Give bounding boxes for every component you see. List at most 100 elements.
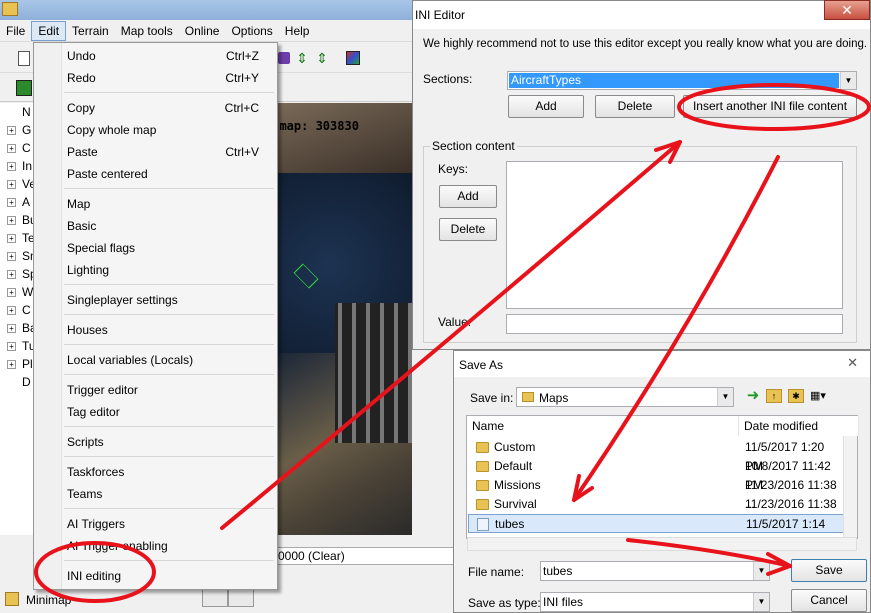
- raise-ground-icon[interactable]: [278, 52, 290, 64]
- expand-icon[interactable]: +: [7, 144, 16, 153]
- menu-item-lighting[interactable]: Lighting: [67, 260, 259, 280]
- menu-options[interactable]: Options: [225, 22, 278, 40]
- expand-icon[interactable]: +: [7, 198, 16, 207]
- close-icon[interactable]: ✕: [847, 355, 858, 371]
- menu-item-tag-editor[interactable]: Tag editor: [67, 402, 259, 422]
- tree-item[interactable]: + C: [0, 139, 33, 157]
- terrain-tool-icon[interactable]: [16, 80, 32, 96]
- tree-item[interactable]: +Bu: [0, 211, 33, 229]
- menu-item-taskforces[interactable]: Taskforces: [67, 462, 259, 482]
- menu-item-teams[interactable]: Teams: [67, 484, 259, 504]
- view-menu-icon[interactable]: ▦▾: [810, 389, 834, 403]
- save-as-type-select[interactable]: INI files ▼: [540, 592, 770, 612]
- tree-item[interactable]: + C: [0, 301, 33, 319]
- menu-edit[interactable]: Edit: [31, 20, 67, 41]
- menu-item-basic[interactable]: Basic: [67, 216, 259, 236]
- map-view[interactable]: n map: 303830: [275, 103, 412, 535]
- menu-item-trigger-editor[interactable]: Trigger editor: [67, 380, 259, 400]
- tree-item[interactable]: D: [0, 373, 33, 391]
- expand-icon[interactable]: +: [7, 162, 16, 171]
- save-in-combobox[interactable]: Maps ▼: [516, 387, 734, 407]
- section-delete-button[interactable]: Delete: [595, 95, 675, 118]
- file-name-input[interactable]: tubes ▼: [540, 561, 770, 581]
- key-add-button[interactable]: Add: [439, 185, 497, 208]
- tree-item[interactable]: + Te: [0, 229, 33, 247]
- menu-item-copy[interactable]: Copy Ctrl+C: [67, 98, 259, 118]
- insert-ini-content-button[interactable]: Insert another INI file content: [683, 95, 857, 118]
- value-input[interactable]: [506, 314, 843, 334]
- chevron-down-icon[interactable]: ▼: [840, 72, 856, 89]
- key-delete-button[interactable]: Delete: [439, 218, 497, 241]
- menu-item-map[interactable]: Map: [67, 194, 259, 214]
- tree-item[interactable]: + Pl: [0, 355, 33, 373]
- menu-item-special-flags[interactable]: Special flags: [67, 238, 259, 258]
- menu-item-ai-triggers[interactable]: AI Triggers: [67, 514, 259, 534]
- new-folder-icon[interactable]: ✱: [788, 389, 804, 403]
- tree-item[interactable]: +Ba: [0, 319, 33, 337]
- menu-item-singleplayer-settings[interactable]: Singleplayer settings: [67, 290, 259, 310]
- expand-icon[interactable]: +: [7, 324, 16, 333]
- tree-item[interactable]: + G: [0, 121, 33, 139]
- horizontal-scrollbar[interactable]: [467, 537, 857, 551]
- tree-item[interactable]: +Tu: [0, 337, 33, 355]
- expand-icon[interactable]: +: [7, 342, 16, 351]
- list-item[interactable]: Custom 11/5/2017 1:20 PM: [468, 438, 844, 473]
- sections-combobox[interactable]: AircraftTypes ▼: [507, 71, 857, 90]
- menu-item-scripts[interactable]: Scripts: [67, 432, 259, 452]
- cancel-button[interactable]: Cancel: [791, 589, 867, 612]
- expand-icon[interactable]: +: [7, 360, 16, 369]
- chevron-down-icon[interactable]: ▼: [717, 388, 733, 406]
- menu-help[interactable]: Help: [279, 22, 316, 40]
- menu-file[interactable]: File: [0, 22, 31, 40]
- arrows-up-down-icon[interactable]: ⇕: [296, 51, 308, 66]
- menu-map-tools[interactable]: Map tools: [115, 22, 179, 40]
- chevron-down-icon[interactable]: ▼: [753, 562, 769, 580]
- new-file-icon[interactable]: [18, 51, 30, 66]
- cube-tool-icon[interactable]: [346, 51, 360, 65]
- menu-item-houses[interactable]: Houses: [67, 320, 259, 340]
- expand-icon[interactable]: +: [7, 252, 16, 261]
- minimap-maximize-button[interactable]: [228, 587, 254, 607]
- tree-tool-icon[interactable]: ⇕: [316, 51, 328, 66]
- menu-online[interactable]: Online: [179, 22, 226, 40]
- menu-item-ini-editing[interactable]: INI editing: [67, 566, 259, 586]
- expand-icon[interactable]: +: [7, 216, 16, 225]
- list-item[interactable]: tubes11/5/2017 1:14 PM: [468, 514, 844, 550]
- expand-icon[interactable]: +: [7, 234, 16, 243]
- expand-icon[interactable]: +: [7, 180, 16, 189]
- list-item[interactable]: Missions 11/23/2016 11:38 ...: [468, 476, 844, 511]
- menu-terrain[interactable]: Terrain: [66, 22, 115, 40]
- column-name[interactable]: Name: [467, 416, 739, 436]
- tree-item[interactable]: +Sm: [0, 247, 33, 265]
- menu-item-paste-centered[interactable]: Paste centered: [67, 164, 259, 184]
- tree-item[interactable]: + In: [0, 157, 33, 175]
- list-item[interactable]: Survival11/23/2016 11:38 ...: [468, 495, 844, 530]
- chevron-down-icon[interactable]: ▼: [753, 593, 769, 611]
- expand-icon[interactable]: +: [7, 288, 16, 297]
- ini-close-button[interactable]: ✕: [824, 0, 870, 20]
- list-item[interactable]: Default 10/8/2017 11:42 PM: [468, 457, 844, 492]
- minimap-minimize-button[interactable]: [202, 587, 228, 607]
- menu-item-paste[interactable]: Paste Ctrl+V: [67, 142, 259, 162]
- menu-item-local-variables[interactable]: Local variables (Locals): [67, 350, 259, 370]
- menu-item-copy-whole-map[interactable]: Copy whole map: [67, 120, 259, 140]
- back-icon[interactable]: ➜: [744, 387, 762, 405]
- file-list[interactable]: Name Date modified Custom 11/5/2017 1:20 …: [466, 415, 859, 550]
- column-date-modified[interactable]: Date modified: [739, 416, 859, 436]
- save-button[interactable]: Save: [791, 559, 867, 582]
- tree-item[interactable]: + A: [0, 193, 33, 211]
- menu-item-undo[interactable]: Undo Ctrl+Z: [67, 46, 259, 66]
- tree-item[interactable]: +Sp: [0, 265, 33, 283]
- expand-icon[interactable]: +: [7, 270, 16, 279]
- section-add-button[interactable]: Add: [508, 95, 584, 118]
- tree-item[interactable]: + W: [0, 283, 33, 301]
- menu-item-redo[interactable]: Redo Ctrl+Y: [67, 68, 259, 88]
- tree-item[interactable]: N: [0, 103, 33, 121]
- expand-icon[interactable]: +: [7, 306, 16, 315]
- tree-item[interactable]: +Ve: [0, 175, 33, 193]
- vertical-scrollbar[interactable]: [843, 436, 857, 538]
- menu-item-ai-trigger-enabling[interactable]: AI Trigger enabling: [67, 536, 259, 556]
- up-folder-icon[interactable]: ↑: [766, 389, 782, 403]
- expand-icon[interactable]: +: [7, 126, 16, 135]
- keys-list[interactable]: [506, 161, 843, 309]
